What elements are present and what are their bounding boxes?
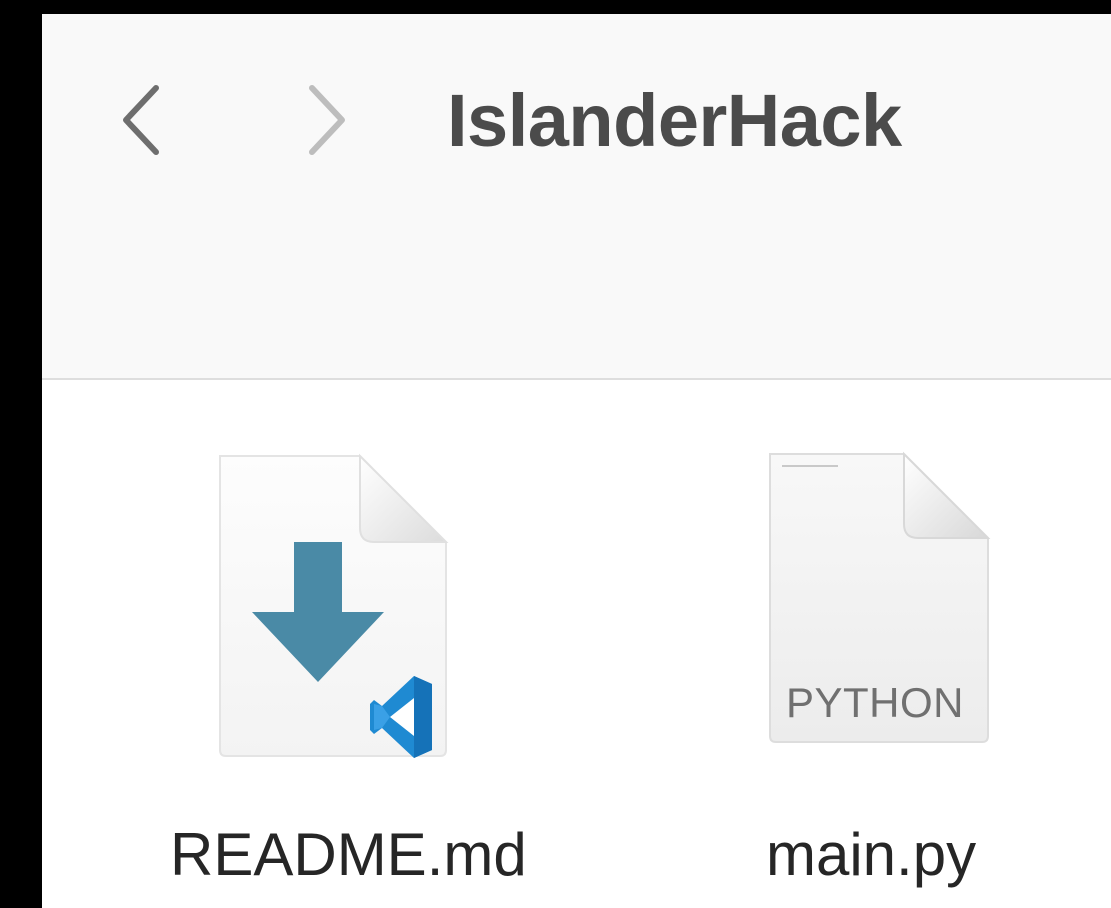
- file-item-main[interactable]: PYTHON main.py: [590, 380, 991, 908]
- markdown-file-icon: [210, 450, 470, 775]
- file-item-readme[interactable]: README.md: [60, 380, 527, 908]
- window-title: IslanderHack: [447, 79, 902, 162]
- toolbar: IslanderHack: [42, 14, 1111, 380]
- chevron-left-icon: [123, 85, 159, 155]
- forward-button[interactable]: [294, 80, 354, 160]
- file-grid: README.md PYTHON main.py: [42, 380, 1111, 908]
- python-badge-label: PYTHON: [785, 679, 964, 726]
- back-button[interactable]: [114, 80, 174, 160]
- python-file-icon: PYTHON: [762, 450, 994, 755]
- chevron-right-icon: [309, 85, 345, 155]
- finder-window: IslanderHack README.md PYTHON main.py: [42, 14, 1111, 908]
- file-name: main.py: [766, 821, 977, 888]
- file-name: README.md: [170, 821, 527, 888]
